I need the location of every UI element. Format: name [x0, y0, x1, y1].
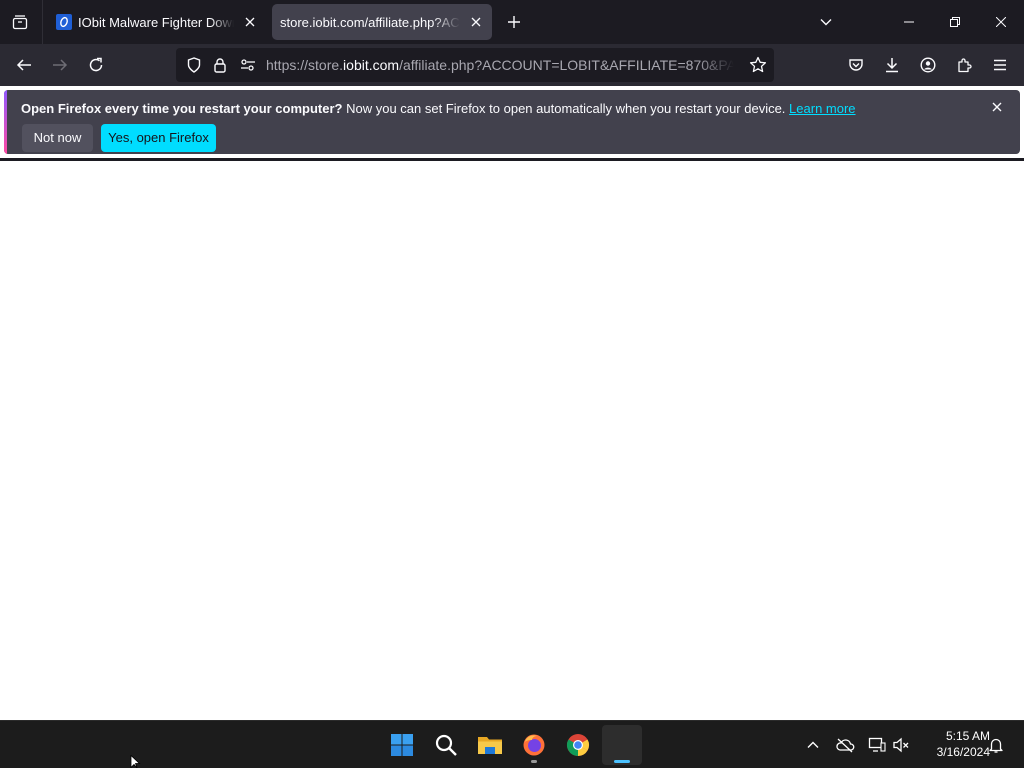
- minimize-button[interactable]: [886, 0, 932, 44]
- not-now-button[interactable]: Not now: [22, 124, 93, 152]
- permissions-icon[interactable]: [238, 55, 258, 75]
- firefox-button[interactable]: [514, 725, 554, 765]
- file-explorer-icon: [478, 737, 502, 754]
- clock-time: 5:15 AM: [945, 729, 990, 743]
- mouse-cursor-icon: [130, 755, 141, 768]
- downloads-button[interactable]: [876, 49, 908, 81]
- tab-title: IObit Malware Fighter Download: [78, 14, 234, 30]
- notification-message: Open Firefox every time you restart your…: [21, 101, 856, 116]
- reload-icon: [89, 57, 103, 72]
- system-clock[interactable]: 5:15 AM 3/16/2024: [918, 728, 990, 760]
- running-indicator: [531, 760, 537, 763]
- onedrive-icon[interactable]: [833, 733, 857, 757]
- tab-title: store.iobit.com/affiliate.php?ACCOUNT=LO…: [280, 14, 460, 30]
- tab-separator: [42, 0, 43, 44]
- tab-store-iobit-affiliate[interactable]: store.iobit.com/affiliate.php?ACCOUNT=LO…: [272, 4, 492, 40]
- pocket-icon: [849, 59, 863, 71]
- app-menu-button[interactable]: [984, 49, 1016, 81]
- tab-overflow-button[interactable]: [812, 8, 840, 36]
- list-all-tabs-icon: [12, 15, 28, 30]
- pocket-button[interactable]: [840, 49, 872, 81]
- extensions-icon: [958, 58, 972, 73]
- lock-icon[interactable]: [210, 55, 230, 75]
- tab-iobit-malware-fighter[interactable]: IObit Malware Fighter Download: [48, 4, 266, 40]
- close-window-button[interactable]: [978, 0, 1024, 44]
- url-prefix: https://store.: [266, 57, 344, 73]
- active-window-button[interactable]: [602, 725, 642, 765]
- forward-button[interactable]: [44, 49, 76, 81]
- chevron-up-icon[interactable]: [801, 733, 825, 757]
- chrome-button[interactable]: [558, 725, 598, 765]
- volume-muted-icon[interactable]: [889, 733, 913, 757]
- restore-button[interactable]: [932, 0, 978, 44]
- active-window-icon: [614, 760, 630, 763]
- close-tab-icon[interactable]: [238, 10, 262, 34]
- learn-more-link[interactable]: Learn more: [789, 101, 855, 116]
- plus-icon: [508, 16, 520, 28]
- search-icon: [435, 734, 457, 756]
- bookmark-star-icon[interactable]: [748, 55, 768, 75]
- reload-button[interactable]: [80, 49, 112, 81]
- notification-bold-text: Open Firefox every time you restart your…: [21, 101, 343, 116]
- notification-accent: [4, 90, 7, 154]
- search-button[interactable]: [426, 725, 466, 765]
- download-icon: [886, 58, 898, 73]
- chrome-icon: [567, 734, 589, 756]
- start-button[interactable]: [382, 725, 422, 765]
- url-path: /affiliate.php?ACCOUNT=LOBIT&AFFILIATE=8…: [399, 57, 734, 73]
- yes-open-firefox-button[interactable]: Yes, open Firefox: [101, 124, 216, 152]
- new-tab-button[interactable]: [500, 8, 528, 36]
- navigation-toolbar: https://store.iobit.com/affiliate.php?AC…: [0, 44, 1024, 86]
- clock-date: 3/16/2024: [936, 745, 990, 759]
- default-browser-notification: Open Firefox every time you restart your…: [4, 90, 1020, 154]
- firefox-icon: [523, 734, 545, 756]
- iobit-favicon-icon: [56, 14, 72, 30]
- close-notification-icon[interactable]: [986, 96, 1008, 118]
- forward-icon: [53, 59, 68, 71]
- back-icon: [16, 59, 31, 71]
- tab-strip: IObit Malware Fighter Download store.iob…: [0, 0, 1024, 44]
- close-tab-icon[interactable]: [464, 10, 488, 34]
- notification-icon[interactable]: [984, 733, 1008, 757]
- shield-icon[interactable]: [184, 55, 204, 75]
- list-all-tabs-button[interactable]: [6, 8, 34, 36]
- screen: IObit Malware Fighter Download store.iob…: [0, 0, 1024, 768]
- restore-icon: [950, 17, 960, 27]
- url-text[interactable]: https://store.iobit.com/affiliate.php?AC…: [266, 48, 734, 82]
- file-explorer-button[interactable]: [470, 725, 510, 765]
- notification-text: Now you can set Firefox to open automati…: [342, 101, 790, 116]
- chevron-down-icon: [820, 19, 832, 26]
- windows-taskbar: 5:15 AM 3/16/2024: [0, 720, 1024, 768]
- close-icon: [996, 17, 1006, 27]
- menu-icon: [994, 59, 1006, 71]
- extensions-button[interactable]: [948, 49, 980, 81]
- account-button[interactable]: [912, 49, 944, 81]
- address-bar[interactable]: https://store.iobit.com/affiliate.php?AC…: [176, 48, 774, 82]
- account-icon: [920, 57, 936, 73]
- minimize-icon: [904, 21, 914, 23]
- url-host: iobit.com: [343, 57, 400, 73]
- network-icon[interactable]: [865, 733, 889, 757]
- back-button[interactable]: [8, 49, 40, 81]
- windows-start-icon: [391, 734, 413, 756]
- page-content[interactable]: [0, 161, 1024, 720]
